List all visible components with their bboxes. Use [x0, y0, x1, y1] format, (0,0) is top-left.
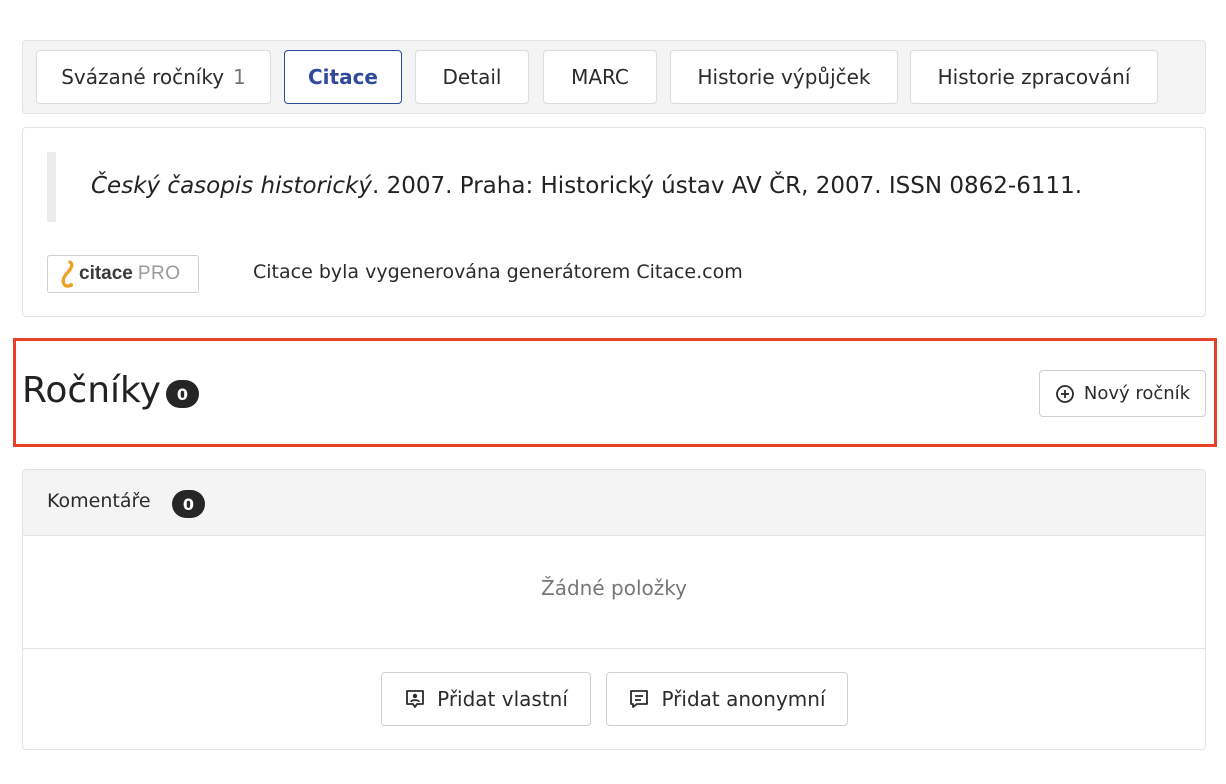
- comments-footer: Přidat vlastní Přidat anonymní: [23, 648, 1205, 749]
- plus-circle-icon: [1055, 384, 1074, 403]
- tab-citation[interactable]: Citace: [284, 50, 402, 104]
- tab-label: Historie výpůjček: [697, 65, 871, 89]
- citation-text: Český časopis historický. 2007. Praha: H…: [91, 173, 1082, 199]
- tab-bar: Svázané ročníky 1 Citace Detail MARC Hist…: [22, 40, 1206, 114]
- tab-label: MARC: [571, 65, 629, 89]
- new-volume-label: Nový ročník: [1083, 383, 1191, 404]
- citace-logo[interactable]: citace PRO: [47, 255, 199, 293]
- add-own-comment-button[interactable]: Přidat vlastní: [381, 672, 591, 726]
- new-volume-button[interactable]: Nový ročník: [1039, 370, 1206, 417]
- tab-label: Detail: [442, 65, 502, 89]
- generator-note: Citace byla vygenerována generátorem Cit…: [253, 261, 743, 283]
- comment-lines-icon: [630, 690, 649, 708]
- add-anonymous-label: Přidat anonymní: [661, 687, 826, 711]
- citation-blockquote: Český časopis historický. 2007. Praha: H…: [47, 152, 1177, 222]
- logo-word: citace: [79, 263, 133, 284]
- tab-label: Historie zpracování: [937, 65, 1131, 89]
- citace-logo-icon: [61, 260, 74, 288]
- logo-pro: PRO: [137, 263, 181, 284]
- citation-details: . 2007. Praha: Historický ústav AV ČR, 2…: [371, 173, 1083, 199]
- tab-detail[interactable]: Detail: [415, 50, 529, 104]
- volumes-count-badge: 0: [166, 380, 199, 408]
- citation-card: Český časopis historický. 2007. Praha: H…: [22, 127, 1206, 317]
- add-anonymous-comment-button[interactable]: Přidat anonymní: [606, 672, 848, 726]
- tab-label: Citace: [307, 65, 378, 89]
- volumes-heading: Ročníky: [22, 370, 161, 411]
- add-own-label: Přidat vlastní: [437, 687, 568, 711]
- tab-label: Svázané ročníky: [61, 65, 225, 89]
- comments-card: Komentáře 0 Žádné položky Přidat vlastní…: [22, 469, 1206, 750]
- comments-header: Komentáře 0: [23, 470, 1205, 536]
- user-comment-icon: [406, 690, 425, 708]
- tab-bound-volumes[interactable]: Svázané ročníky 1: [36, 50, 271, 104]
- tab-count: 1: [233, 65, 246, 89]
- comments-title: Komentáře: [47, 490, 151, 512]
- citation-title: Český časopis historický: [91, 173, 372, 199]
- tab-marc[interactable]: MARC: [543, 50, 657, 104]
- tab-processing-history[interactable]: Historie zpracování: [910, 50, 1158, 104]
- tab-loan-history[interactable]: Historie výpůjček: [670, 50, 898, 104]
- comments-count-badge: 0: [172, 490, 205, 518]
- empty-state-text: Žádné položky: [541, 576, 687, 600]
